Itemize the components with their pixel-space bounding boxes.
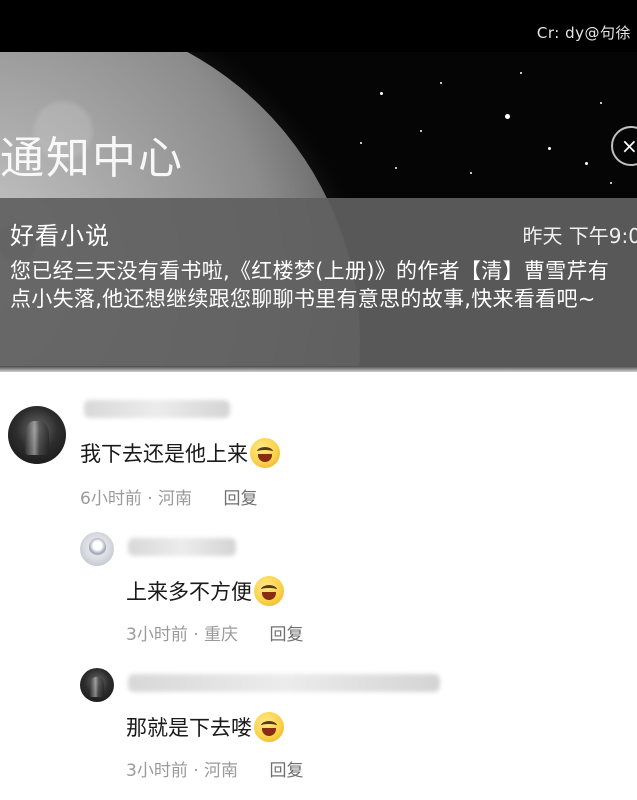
comment-text: 我下去还是他上来	[80, 438, 280, 470]
star	[610, 182, 612, 184]
reply-button[interactable]: 回复	[269, 761, 303, 781]
comment-meta: 3小时前 · 重庆 回复	[126, 620, 303, 645]
username-blurred[interactable]	[128, 538, 236, 556]
reply-button[interactable]: 回复	[269, 625, 303, 645]
avatar[interactable]	[80, 668, 114, 702]
star	[420, 130, 422, 132]
avatar[interactable]	[80, 532, 114, 566]
comment-list: 我下去还是他上来 6小时前 · 河南 回复 上来多不方便 3小时前 · 重庆 回…	[0, 372, 637, 800]
comment-text-content: 那就是下去喽	[126, 716, 252, 740]
comment-text: 上来多不方便	[126, 576, 284, 608]
comment-text: 那就是下去喽	[126, 712, 284, 744]
reply-button[interactable]: 回复	[223, 489, 257, 509]
meta-separator: ·	[193, 625, 199, 645]
star	[505, 114, 510, 119]
comment-meta: 3小时前 · 河南 回复	[126, 756, 303, 781]
star	[470, 172, 472, 174]
comment-location: 重庆	[204, 625, 239, 645]
star	[395, 167, 397, 169]
star	[440, 82, 442, 84]
comment-time: 3小时前	[126, 761, 188, 781]
comment-meta: 6小时前 · 河南 回复	[80, 484, 257, 509]
star	[585, 162, 588, 165]
comment-location: 河南	[204, 761, 239, 781]
reply-item: 上来多不方便 3小时前 · 重庆 回复	[0, 522, 637, 652]
reply-item: 那就是下去喽 3小时前 · 河南 回复	[0, 662, 637, 792]
comment-location: 河南	[158, 489, 193, 509]
star	[600, 102, 602, 104]
avatar[interactable]	[8, 406, 66, 464]
star	[548, 147, 551, 150]
username-blurred[interactable]	[84, 400, 230, 418]
star	[380, 92, 383, 95]
meta-separator: ·	[193, 761, 199, 781]
credit-watermark: Cr: dy@句徐	[536, 24, 631, 42]
star	[520, 72, 522, 74]
notification-card[interactable]: 好看小说 昨天 下午9:0 您已经三天没有看书啦,《红楼梦(上册)》的作者【清】…	[0, 198, 637, 366]
notification-body: 您已经三天没有看书啦,《红楼梦(上册)》的作者【清】曹雪芹有点小失落,他还想继续…	[10, 259, 610, 311]
comment-time: 6小时前	[80, 489, 142, 509]
star	[360, 142, 362, 144]
comment-text-content: 我下去还是他上来	[80, 442, 248, 466]
laugh-emoji-icon	[254, 576, 284, 606]
username-blurred[interactable]	[128, 674, 440, 692]
top-strip: Cr: dy@句徐	[0, 0, 637, 52]
smirk-emoji-icon	[254, 712, 284, 742]
notification-time: 昨天 下午9:0	[522, 224, 637, 248]
notification-center-title: 通知中心	[0, 133, 184, 184]
comment-text-content: 上来多不方便	[126, 580, 252, 604]
meta-separator: ·	[147, 489, 153, 509]
grin-emoji-icon	[250, 438, 280, 468]
comment-item: 我下去还是他上来 6小时前 · 河南 回复	[0, 372, 637, 512]
comment-time: 3小时前	[126, 625, 188, 645]
